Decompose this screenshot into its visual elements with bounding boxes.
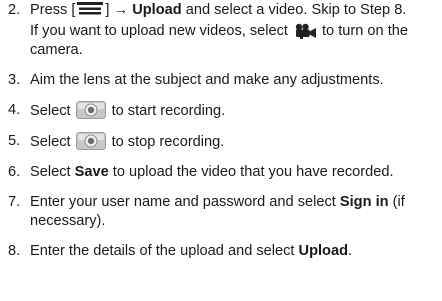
step-text: Select to start recording.	[30, 101, 226, 119]
step-number: 2.	[8, 2, 21, 18]
step-6: 6. Select Save to upload the video that …	[0, 163, 442, 182]
step-8: 8. Enter the details of the upload and s…	[0, 242, 442, 261]
record-button-icon	[75, 132, 106, 150]
step-7: 7. Enter your user name and password and…	[0, 193, 442, 231]
step-number: 7.	[8, 194, 21, 210]
instruction-steps: 2. Press [] → Upload and select a video.…	[0, 0, 442, 261]
step-2-note: If you want to upload new videos, select…	[30, 23, 408, 58]
menu-key-icon	[76, 2, 104, 18]
step-text: Enter the details of the upload and sele…	[30, 243, 353, 259]
step-text: Enter your user name and password and se…	[30, 194, 405, 229]
step-text: Aim the lens at the subject and make any…	[30, 72, 384, 88]
step-number: 8.	[8, 243, 21, 259]
step-text: Press [] → Upload and select a video. Sk…	[30, 2, 407, 18]
step-number: 4.	[8, 102, 21, 118]
step-3: 3. Aim the lens at the subject and make …	[0, 71, 442, 90]
record-button-icon	[75, 101, 106, 119]
step-4: 4. Select to start recording.	[0, 101, 442, 121]
step-number: 5.	[8, 133, 21, 149]
step-5: 5. Select to stop recording.	[0, 132, 442, 152]
step-text: Select to stop recording.	[30, 132, 225, 150]
step-number: 6.	[8, 164, 21, 180]
step-number: 3.	[8, 72, 21, 88]
step-text: Select Save to upload the video that you…	[30, 164, 394, 180]
video-camera-icon	[294, 23, 318, 39]
step-2: 2. Press [] → Upload and select a video.…	[0, 1, 442, 60]
